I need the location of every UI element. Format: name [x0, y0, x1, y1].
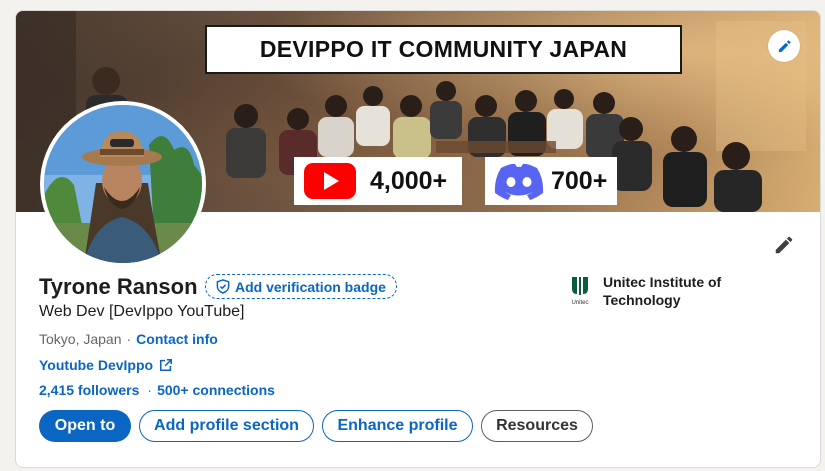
profile-card: DEVIPPO IT COMMUNITY JAPAN 4,000+ 700+ T… [15, 10, 821, 468]
profile-avatar[interactable] [40, 101, 206, 267]
discord-logo-icon [491, 160, 547, 202]
unitec-logo-text: Unitec [571, 300, 588, 306]
contact-info-link[interactable]: Contact info [136, 331, 218, 347]
location-row: Tokyo, Japan · Contact info [39, 331, 218, 347]
avatar-photo [44, 105, 202, 263]
edit-profile-button[interactable] [770, 231, 798, 259]
pencil-icon [773, 234, 795, 256]
shield-check-icon [216, 279, 235, 294]
connections-link[interactable]: 500+ connections [157, 382, 275, 398]
verification-badge-label: Add verification badge [235, 278, 386, 295]
edit-banner-button[interactable] [768, 30, 800, 62]
youtube-stat-box: 4,000+ [294, 157, 462, 205]
youtube-subscriber-count: 4,000+ [370, 166, 448, 195]
open-to-button[interactable]: Open to [39, 410, 131, 442]
separator-dot: · [126, 331, 132, 347]
discord-stat-box: 700+ [485, 157, 617, 205]
education-item[interactable]: Unitec Unitec Institute of Technology [569, 273, 753, 309]
unitec-logo-icon: Unitec [569, 275, 591, 307]
youtube-logo-icon [304, 163, 356, 199]
followers-link[interactable]: 2,415 followers [39, 382, 139, 398]
enhance-profile-button[interactable]: Enhance profile [322, 410, 473, 442]
banner-title: DEVIPPO IT COMMUNITY JAPAN [205, 25, 682, 74]
discord-member-count: 700+ [551, 166, 608, 195]
separator-dot: · [147, 382, 153, 398]
network-row: 2,415 followers · 500+ connections [39, 382, 275, 398]
external-link-icon [153, 358, 173, 372]
pencil-icon [777, 39, 792, 54]
resources-button[interactable]: Resources [481, 410, 593, 442]
add-verification-badge-button[interactable]: Add verification badge [205, 274, 397, 299]
profile-headline: Web Dev [DevIppo YouTube] [39, 303, 245, 320]
add-profile-section-button[interactable]: Add profile section [139, 410, 314, 442]
website-link[interactable]: Youtube DevIppo [39, 357, 173, 373]
profile-name: Tyrone Ranson [39, 274, 198, 299]
profile-actions: Open to Add profile section Enhance prof… [39, 410, 593, 442]
website-label: Youtube DevIppo [39, 357, 154, 373]
location-text: Tokyo, Japan [39, 331, 122, 347]
school-name: Unitec Institute of Technology [603, 274, 722, 308]
